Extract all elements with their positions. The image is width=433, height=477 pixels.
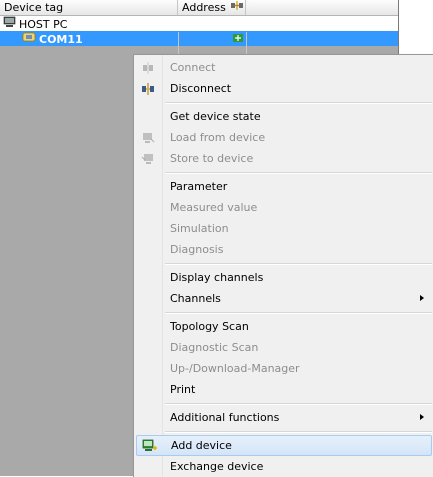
menu-item-diagnosis-label: Diagnosis xyxy=(170,243,224,256)
menu-item-simulation-label: Simulation xyxy=(170,222,229,235)
menu-item-diagnostic-scan[interactable]: Diagnostic Scan xyxy=(136,337,432,358)
context-menu: Connect Disconnect Get device state Load… xyxy=(133,54,433,477)
tree-rows: HOST PC COM11 xyxy=(0,16,398,62)
tree-header: Device tag Address xyxy=(0,0,398,16)
menu-item-get-device-state[interactable]: Get device state xyxy=(136,106,432,127)
tree-row-host-pc-label: HOST PC xyxy=(19,17,68,31)
menu-item-topology-scan[interactable]: Topology Scan xyxy=(136,316,432,337)
menu-item-get-device-state-label: Get device state xyxy=(170,110,261,123)
menu-item-measured-value-label: Measured value xyxy=(170,201,258,214)
menu-item-print[interactable]: Print xyxy=(136,379,432,400)
menu-item-topology-scan-label: Topology Scan xyxy=(170,320,249,333)
menu-separator xyxy=(165,102,432,104)
menu-item-channels[interactable]: Channels xyxy=(136,288,432,309)
menu-item-display-channels-label: Display channels xyxy=(170,271,264,284)
menu-item-channels-label: Channels xyxy=(170,292,221,305)
menu-item-store-to-device-label: Store to device xyxy=(170,152,254,165)
add-device-icon xyxy=(137,435,161,456)
store-to-device-icon xyxy=(136,148,160,169)
tree-row-com11-label: COM11 xyxy=(39,32,83,46)
menu-item-connect-label: Connect xyxy=(170,61,216,74)
column-header-address[interactable]: Address xyxy=(178,0,246,15)
com11-connection-icon xyxy=(232,32,244,48)
menu-item-additional-functions-label: Additional functions xyxy=(170,411,280,424)
menu-item-exchange-device[interactable]: Exchange device xyxy=(136,456,432,477)
menu-item-store-to-device[interactable]: Store to device xyxy=(136,148,432,169)
menu-item-parameter[interactable]: Parameter xyxy=(136,176,432,197)
connect-icon xyxy=(136,57,160,78)
menu-item-parameter-label: Parameter xyxy=(170,180,228,193)
menu-item-load-from-device-label: Load from device xyxy=(170,131,266,144)
host-pc-icon xyxy=(3,16,16,32)
menu-item-add-device-label: Add device xyxy=(171,439,232,452)
menu-separator xyxy=(165,403,432,405)
menu-item-print-label: Print xyxy=(170,383,196,396)
load-from-device-icon xyxy=(136,127,160,148)
menu-item-disconnect[interactable]: Disconnect xyxy=(136,78,432,99)
menu-item-up-download-manager[interactable]: Up-/Download-Manager xyxy=(136,358,432,379)
menu-item-disconnect-label: Disconnect xyxy=(170,82,232,95)
menu-item-connect[interactable]: Connect xyxy=(136,57,432,78)
menu-separator xyxy=(165,312,432,314)
menu-item-diagnosis[interactable]: Diagnosis xyxy=(136,239,432,260)
column-header-filler xyxy=(246,0,398,15)
tree-row-host-pc[interactable]: HOST PC xyxy=(0,16,398,31)
menu-item-additional-functions[interactable]: Additional functions xyxy=(136,407,432,428)
tree-row-com11[interactable]: COM11 xyxy=(0,31,398,46)
menu-item-add-device[interactable]: Add device xyxy=(136,435,432,456)
disconnect-icon xyxy=(136,78,160,99)
menu-item-simulation[interactable]: Simulation xyxy=(136,218,432,239)
com-port-icon xyxy=(22,31,36,47)
column-header-address-label: Address xyxy=(182,1,226,14)
connection-status-icon xyxy=(230,0,244,15)
menu-separator xyxy=(165,263,432,265)
menu-item-load-from-device[interactable]: Load from device xyxy=(136,127,432,148)
submenu-arrow-icon xyxy=(420,414,424,420)
menu-item-diagnostic-scan-label: Diagnostic Scan xyxy=(170,341,259,354)
submenu-arrow-icon xyxy=(420,295,424,301)
menu-item-up-download-manager-label: Up-/Download-Manager xyxy=(170,362,300,375)
menu-separator xyxy=(165,172,432,174)
menu-separator xyxy=(165,431,432,433)
menu-item-measured-value[interactable]: Measured value xyxy=(136,197,432,218)
menu-item-display-channels[interactable]: Display channels xyxy=(136,267,432,288)
menu-item-exchange-device-label: Exchange device xyxy=(170,460,264,473)
column-header-device-tag[interactable]: Device tag xyxy=(0,0,178,15)
